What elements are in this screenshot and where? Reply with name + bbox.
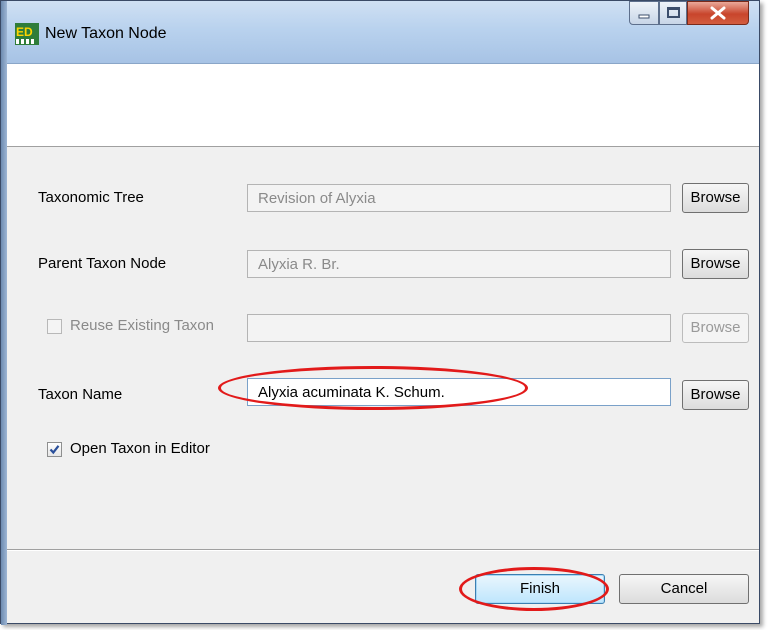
maximize-button[interactable]: [659, 1, 687, 25]
finish-button[interactable]: Finish: [475, 574, 605, 604]
taxon-name-input[interactable]: Alyxia acuminata K. Schum.: [247, 378, 671, 406]
minimize-icon: [638, 14, 650, 19]
window-controls: [629, 1, 754, 27]
reuse-existing-taxon-checkbox[interactable]: [47, 319, 62, 334]
reuse-existing-taxon-browse-button: Browse: [682, 313, 749, 343]
cancel-button[interactable]: Cancel: [619, 574, 749, 604]
close-icon: [710, 6, 726, 20]
svg-text:ED: ED: [16, 25, 33, 39]
checkmark-icon: [49, 445, 60, 455]
new-taxon-node-dialog: ED New Taxon Node Taxonomic Tree Revisio…: [0, 0, 760, 625]
taxonomic-tree-field[interactable]: Revision of Alyxia: [247, 184, 671, 212]
taxonomic-tree-label: Taxonomic Tree: [38, 189, 144, 206]
maximize-icon: [667, 7, 680, 18]
window-title: New Taxon Node: [45, 25, 167, 42]
app-icon: ED: [15, 23, 39, 45]
taxon-name-label: Taxon Name: [38, 386, 123, 403]
parent-taxon-node-field[interactable]: Alyxia R. Br.: [247, 250, 671, 278]
wizard-header: [7, 64, 759, 147]
taxonomic-tree-browse-button[interactable]: Browse: [682, 183, 749, 213]
parent-taxon-node-label: Parent Taxon Node: [38, 255, 167, 272]
open-taxon-in-editor-label: Open Taxon in Editor: [70, 440, 210, 457]
minimize-button[interactable]: [629, 1, 659, 25]
close-button[interactable]: [687, 1, 749, 25]
open-taxon-in-editor-checkbox[interactable]: [47, 442, 62, 457]
taxon-name-browse-button[interactable]: Browse: [682, 380, 749, 410]
footer-separator-highlight: [7, 550, 759, 551]
reuse-existing-taxon-field: [247, 314, 671, 342]
parent-taxon-node-browse-button[interactable]: Browse: [682, 249, 749, 279]
title-bar[interactable]: ED New Taxon Node: [1, 1, 759, 64]
reuse-existing-taxon-label: Reuse Existing Taxon: [70, 317, 214, 334]
